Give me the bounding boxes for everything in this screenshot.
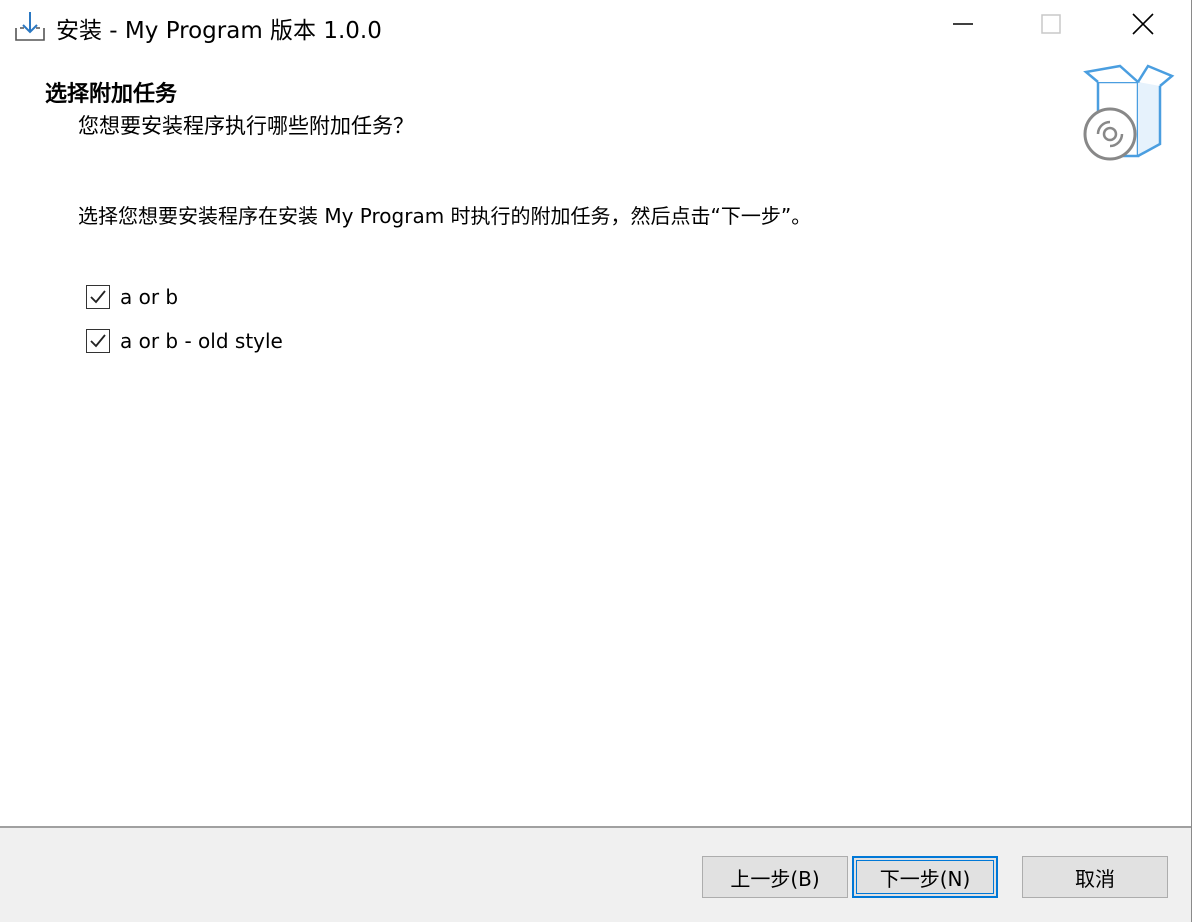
minimize-button[interactable]	[918, 0, 1008, 52]
installer-box-icon	[1080, 64, 1176, 164]
task-label[interactable]: a or b	[120, 285, 178, 309]
task-label[interactable]: a or b - old style	[120, 329, 283, 353]
task-item[interactable]: a or b	[86, 283, 178, 311]
page-title: 选择附加任务	[45, 82, 178, 107]
close-button[interactable]	[1098, 0, 1188, 52]
setup-window: 安装 - My Program 版本 1.0.0 选择附加任务 您想要安装程序执…	[0, 0, 1192, 922]
checkmark-icon	[90, 290, 106, 304]
button-bar	[0, 826, 1192, 922]
minimize-icon	[952, 13, 974, 39]
task-checkbox[interactable]	[86, 329, 110, 353]
instructions-text: 选择您想要安装程序在安装 My Program 时执行的附加任务，然后点击“下一…	[78, 204, 812, 228]
download-install-icon	[12, 8, 48, 44]
close-icon	[1132, 13, 1154, 39]
cancel-button[interactable]: 取消	[1022, 856, 1168, 898]
page-subtitle: 您想要安装程序执行哪些附加任务？	[78, 114, 414, 138]
task-checkbox[interactable]	[86, 285, 110, 309]
maximize-icon	[1040, 13, 1062, 39]
focus-ring	[856, 860, 994, 894]
back-button[interactable]: 上一步(B)	[702, 856, 848, 898]
window-title: 安装 - My Program 版本 1.0.0	[56, 18, 382, 44]
title-bar[interactable]: 安装 - My Program 版本 1.0.0	[0, 0, 1192, 52]
next-button[interactable]: 下一步(N)	[852, 856, 998, 898]
task-item[interactable]: a or b - old style	[86, 327, 283, 355]
checkmark-icon	[90, 334, 106, 348]
maximize-button[interactable]	[1006, 0, 1096, 52]
